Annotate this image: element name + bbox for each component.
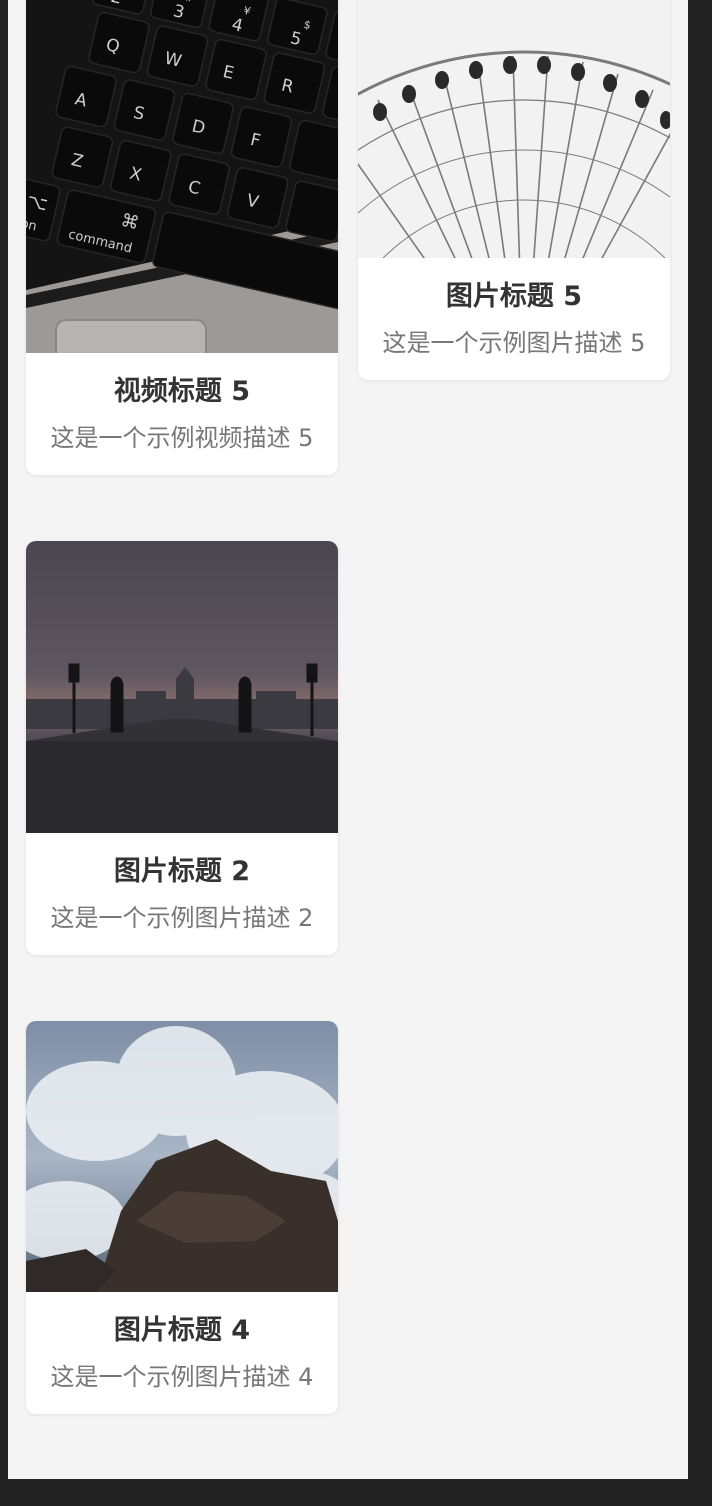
card-title: 图片标题 4 [113,1315,251,1346]
card-title: 图片标题 5 [445,281,583,312]
card-title: 视频标题 5 [113,376,251,407]
card-description: 这是一个示例图片描述 5 [382,329,646,357]
waterfall-feed: 2 3 4 5 # ¥ $ % Q W E R A S D [8,0,688,1479]
ferris-wheel-image[interactable] [358,0,670,258]
feed-card-image-4[interactable]: 图片标题 4 这是一个示例图片描述 4 [26,1021,338,1414]
card-description: 这是一个示例视频描述 5 [50,424,314,452]
keyboard-video-thumbnail[interactable]: 2 3 4 5 # ¥ $ % Q W E R A S D [26,0,338,353]
card-description: 这是一个示例图片描述 4 [50,1363,314,1391]
feed-card-image-2[interactable]: 图片标题 2 这是一个示例图片描述 2 [26,541,338,955]
feed-card-video-5[interactable]: 2 3 4 5 # ¥ $ % Q W E R A S D [26,0,338,475]
bridge-dusk-image[interactable] [26,541,338,833]
card-description: 这是一个示例图片描述 2 [50,904,314,932]
waves-rocks-image[interactable] [26,1021,338,1292]
card-title: 图片标题 2 [113,856,251,887]
feed-card-image-5[interactable]: 图片标题 5 这是一个示例图片描述 5 [358,0,670,380]
